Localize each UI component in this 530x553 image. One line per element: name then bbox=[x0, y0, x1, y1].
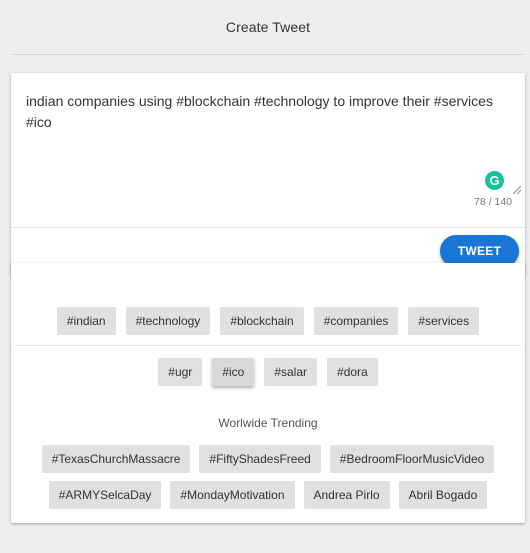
trending-chip[interactable]: #TexasChurchMassacre bbox=[41, 445, 191, 473]
hashtag-chip[interactable]: #dora bbox=[327, 358, 378, 386]
trending-row-1: #TexasChurchMassacre #FiftyShadesFreed #… bbox=[11, 445, 525, 473]
hashtag-chip[interactable]: #ugr bbox=[158, 358, 203, 386]
trending-chip[interactable]: #BedroomFloorMusicVideo bbox=[329, 445, 495, 473]
trending-chip[interactable]: Andrea Pirlo bbox=[303, 481, 390, 509]
hashtag-chip[interactable]: #salar bbox=[264, 358, 318, 386]
grammarly-icon[interactable]: G bbox=[485, 171, 504, 190]
resize-handle-icon[interactable] bbox=[513, 186, 521, 194]
divider bbox=[15, 345, 521, 346]
hashtag-chip[interactable]: #indian bbox=[56, 307, 116, 335]
trending-row-2: #ARMYSelcaDay #MondayMotivation Andrea P… bbox=[11, 481, 525, 509]
trending-chip[interactable]: Abril Bogado bbox=[398, 481, 488, 509]
trending-chip[interactable]: #FiftyShadesFreed bbox=[199, 445, 321, 473]
trending-chip[interactable]: #ARMYSelcaDay bbox=[48, 481, 162, 509]
hashtag-chip[interactable]: #services bbox=[408, 307, 480, 335]
page-title: Create Tweet bbox=[225, 19, 311, 35]
hashtag-chip[interactable]: #companies bbox=[313, 307, 399, 335]
tags-card: #indian #technology #blockchain #compani… bbox=[11, 263, 525, 523]
page-header: Create Tweet bbox=[11, 0, 525, 55]
trending-chip[interactable]: #MondayMotivation bbox=[170, 481, 295, 509]
hashtag-chip[interactable]: #blockchain bbox=[220, 307, 304, 335]
character-counter: 78 / 140 bbox=[474, 196, 512, 208]
hashtag-chip-selected[interactable]: #ico bbox=[212, 358, 255, 386]
tweet-textarea[interactable]: indian companies using #blockchain #tech… bbox=[26, 91, 513, 133]
trending-title: Worlwide Trending bbox=[218, 416, 318, 430]
divider bbox=[11, 227, 525, 228]
hashtag-chip[interactable]: #technology bbox=[125, 307, 211, 335]
suggested-tags-row-1: #indian #technology #blockchain #compani… bbox=[11, 307, 525, 335]
compose-card: indian companies using #blockchain #tech… bbox=[11, 73, 525, 273]
suggested-tags-row-2: #ugr #ico #salar #dora bbox=[11, 358, 525, 386]
